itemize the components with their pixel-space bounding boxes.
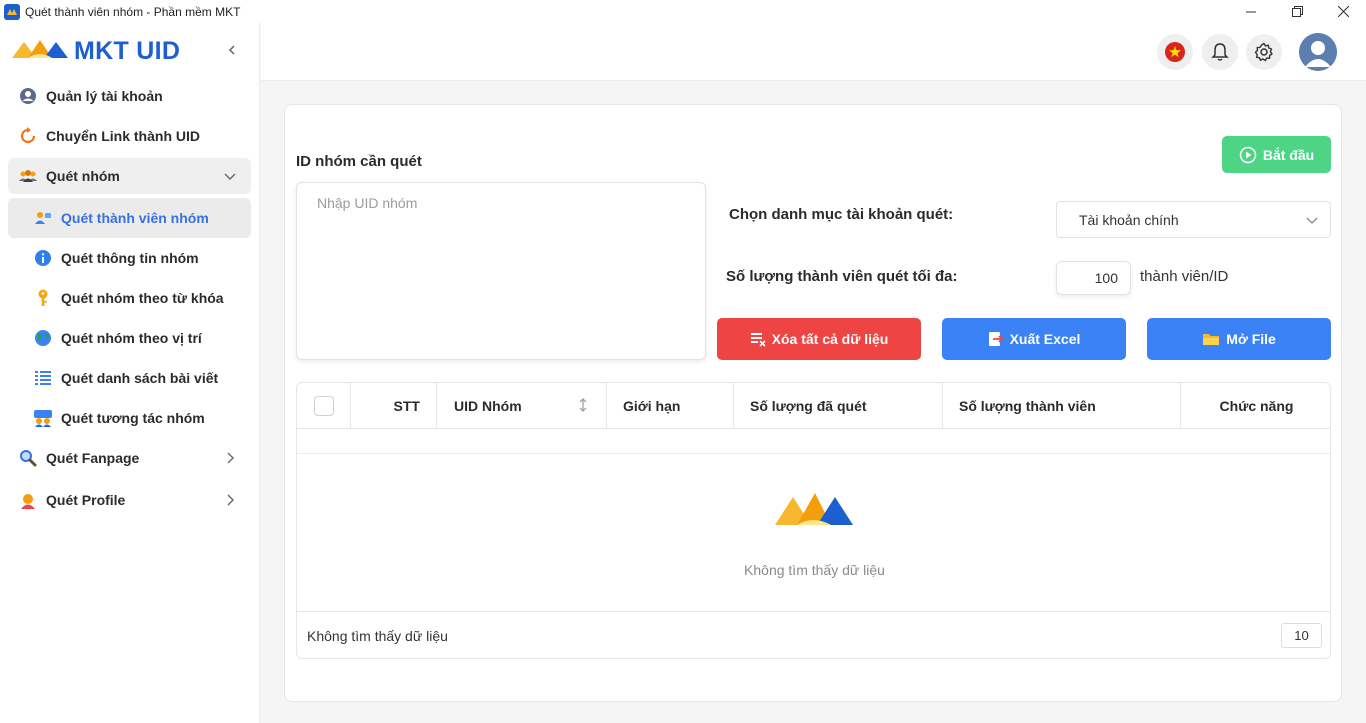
- empty-state-text: Không tìm thấy dữ liệu: [744, 562, 885, 578]
- vietnam-flag-icon: [1165, 42, 1185, 62]
- column-header-uid[interactable]: UID Nhóm: [437, 383, 607, 429]
- list-icon: [33, 368, 53, 388]
- column-header-limit[interactable]: Giới hạn: [607, 383, 734, 429]
- top-header: [261, 23, 1366, 81]
- category-label: Chọn danh mục tài khoản quét:: [729, 206, 954, 223]
- sidebar-subitem-scan-by-location[interactable]: Quét nhóm theo vị trí: [8, 318, 251, 358]
- max-members-label: Số lượng thành viên quét tối đa:: [726, 268, 958, 285]
- sidebar-item-scan-fanpage[interactable]: Quét Fanpage: [8, 440, 251, 476]
- members-icon: [33, 208, 53, 228]
- account-category-value: Tài khoản chính: [1079, 211, 1179, 228]
- export-excel-label: Xuất Excel: [1009, 331, 1081, 347]
- close-button[interactable]: [1320, 0, 1366, 23]
- clear-table-icon: [750, 333, 766, 347]
- sidebar: MKT UID Quản lý tài khoản Chuyển Link th…: [0, 23, 260, 723]
- empty-state-logo-icon: [775, 493, 853, 525]
- restore-button[interactable]: [1274, 0, 1320, 23]
- table-header: STT UID Nhóm Giới hạn Số lượng đã quét S…: [297, 383, 1330, 429]
- play-circle-icon: [1239, 146, 1257, 163]
- minimize-icon: [1246, 11, 1256, 12]
- key-icon: [33, 288, 53, 308]
- gear-icon: [1254, 42, 1273, 62]
- sidebar-subitem-scan-post-list[interactable]: Quét danh sách bài viết: [8, 358, 251, 398]
- results-table: STT UID Nhóm Giới hạn Số lượng đã quét S…: [296, 382, 1331, 659]
- uid-field-label: ID nhóm cần quét: [296, 153, 422, 170]
- info-icon: [33, 248, 53, 268]
- sidebar-subitem-scan-group-interaction[interactable]: Quét tương tác nhóm: [8, 398, 251, 438]
- profile-icon: [18, 490, 38, 510]
- interaction-icon: [33, 408, 53, 428]
- column-header-scanned-count[interactable]: Số lượng đã quét: [734, 383, 943, 429]
- clear-all-data-label: Xóa tất cả dữ liệu: [771, 331, 889, 347]
- app-logo[interactable]: MKT UID: [10, 36, 180, 66]
- sidebar-item-link-to-uid[interactable]: Chuyển Link thành UID: [8, 118, 251, 154]
- language-button[interactable]: [1157, 34, 1193, 70]
- export-excel-button[interactable]: Xuất Excel: [942, 318, 1126, 360]
- folder-icon: [1203, 334, 1220, 345]
- settings-button[interactable]: [1246, 34, 1282, 70]
- collapse-sidebar-button[interactable]: [224, 42, 240, 58]
- column-header-member-count[interactable]: Số lượng thành viên: [943, 383, 1181, 429]
- page-size-select[interactable]: 10: [1281, 623, 1322, 648]
- refresh-icon: [18, 126, 38, 146]
- open-file-button[interactable]: Mở File: [1147, 318, 1331, 360]
- logo-text: MKT UID: [74, 36, 181, 65]
- sidebar-subitem-scan-group-members[interactable]: Quét thành viên nhóm: [8, 198, 251, 238]
- minimize-button[interactable]: [1228, 0, 1274, 23]
- export-icon: [988, 332, 1003, 346]
- search-icon: [18, 448, 38, 468]
- max-members-unit: thành viên/ID: [1140, 268, 1229, 285]
- user-circle-icon: [18, 86, 38, 106]
- user-avatar[interactable]: [1299, 33, 1337, 71]
- avatar-icon: [1299, 33, 1337, 71]
- sidebar-item-scan-groups[interactable]: Quét nhóm: [8, 158, 251, 194]
- table-divider: [297, 453, 1330, 454]
- select-all-checkbox[interactable]: [313, 396, 334, 416]
- sidebar-item-account-management[interactable]: Quản lý tài khoản: [8, 78, 251, 114]
- account-category-select[interactable]: Tài khoản chính: [1056, 201, 1331, 238]
- window-titlebar: Quét thành viên nhóm - Phần mềm MKT: [0, 0, 1366, 23]
- chevron-left-icon: [228, 45, 235, 55]
- select-all-cell: [297, 383, 351, 429]
- sidebar-item-scan-profile[interactable]: Quét Profile: [8, 482, 251, 518]
- start-button-label: Bắt đầu: [1262, 146, 1315, 163]
- chevron-right-icon: [227, 452, 234, 464]
- globe-icon: [33, 328, 53, 348]
- table-footer: Không tìm thấy dữ liệu 10: [297, 611, 1330, 658]
- uid-input[interactable]: [296, 182, 706, 360]
- column-header-stt[interactable]: STT: [351, 383, 437, 429]
- chevron-down-icon: [1306, 217, 1318, 224]
- max-members-input[interactable]: [1056, 261, 1131, 295]
- window-title: Quét thành viên nhóm - Phần mềm MKT: [25, 4, 241, 19]
- column-header-uid-label: UID Nhóm: [454, 398, 522, 414]
- chevron-down-icon: [224, 173, 236, 180]
- bell-icon: [1211, 43, 1229, 61]
- column-header-actions[interactable]: Chức năng: [1181, 383, 1330, 429]
- open-file-label: Mở File: [1226, 331, 1276, 347]
- sort-icon[interactable]: [578, 398, 588, 412]
- restore-icon: [1291, 6, 1303, 17]
- mkt-logo-icon: [12, 40, 68, 58]
- group-icon: [18, 166, 38, 186]
- close-icon: [1337, 6, 1349, 17]
- notifications-button[interactable]: [1202, 34, 1238, 70]
- scan-members-card: ID nhóm cần quét Bắt đầu Chọn danh mục t…: [284, 104, 1342, 702]
- table-footer-status: Không tìm thấy dữ liệu: [307, 628, 448, 644]
- chevron-right-icon: [227, 494, 234, 506]
- start-button[interactable]: Bắt đầu: [1222, 136, 1331, 173]
- app-logo-icon: [4, 3, 20, 20]
- sidebar-subitem-scan-by-keyword[interactable]: Quét nhóm theo từ khóa: [8, 278, 251, 318]
- clear-all-data-button[interactable]: Xóa tất cả dữ liệu: [717, 318, 921, 360]
- sidebar-subitem-scan-group-info[interactable]: Quét thông tin nhóm: [8, 238, 251, 278]
